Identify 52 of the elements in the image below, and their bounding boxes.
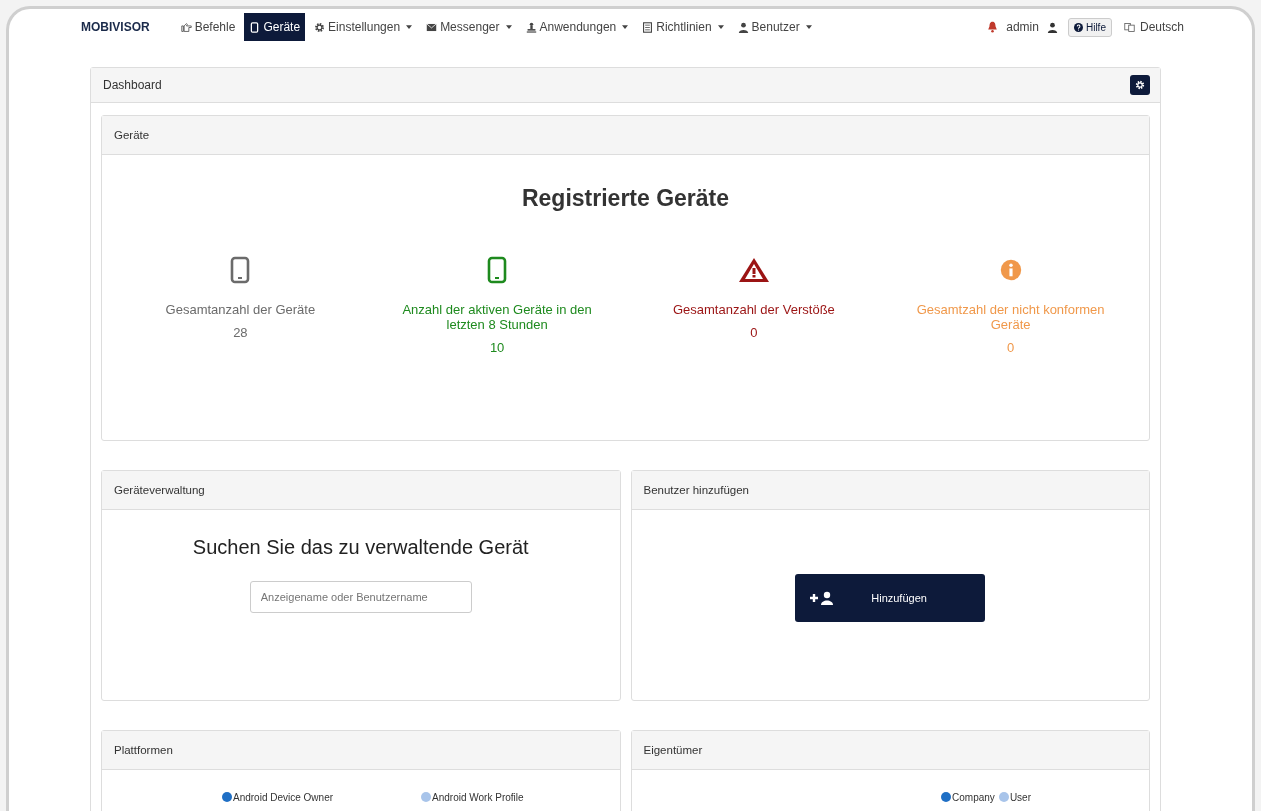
nav-item[interactable]: Befehle (175, 13, 241, 41)
user-icon (737, 21, 749, 33)
caret-icon (717, 25, 724, 29)
stat-label: Gesamtanzahl der Verstöße (672, 302, 835, 317)
panel-title: Geräteverwaltung (114, 484, 205, 496)
nav-item[interactable]: Messenger (421, 13, 517, 41)
settings-button[interactable] (1130, 75, 1150, 95)
brand-logo[interactable]: MOBIVISOR (81, 20, 150, 34)
stat-label: Gesamtanzahl der Geräte (165, 302, 316, 317)
section-heading: Registrierte Geräte (521, 185, 730, 212)
legend-label: Android Device Owner (233, 792, 334, 803)
question-icon (1073, 22, 1083, 32)
envelope-icon (426, 21, 438, 33)
user-menu[interactable]: admin (1006, 20, 1039, 34)
search-field[interactable]: Anzeigename oder Benutzername (249, 581, 472, 613)
stat-value: 10 (489, 340, 505, 355)
add-button[interactable]: Hinzufügen (795, 574, 986, 622)
nav-item[interactable]: Richtlinien (637, 13, 729, 41)
panel-title: Plattformen (114, 744, 173, 756)
caret-icon (505, 25, 512, 29)
stat-value: 0 (1007, 340, 1015, 355)
language-menu[interactable]: Deutsch (1123, 20, 1184, 34)
legend-label: Company (952, 792, 995, 803)
help-button[interactable]: Hilfe (1067, 17, 1112, 37)
panel-title: Benutzer hinzufügen (643, 484, 749, 496)
stat-value: 28 (233, 325, 248, 340)
legend-label: User (1009, 792, 1031, 803)
nav-item[interactable]: Anwendungen (520, 13, 634, 41)
add-user-icon (809, 591, 836, 605)
document-icon (642, 21, 654, 33)
caret-icon (406, 25, 413, 29)
translate-icon (1123, 21, 1135, 33)
panel-title: Dashboard (103, 78, 162, 92)
legend-label: Android Work Profile (432, 792, 524, 803)
nav-item[interactable]: Geräte (244, 13, 306, 41)
user-icon (1046, 21, 1058, 33)
stamp-icon (525, 21, 537, 33)
caret-icon (622, 25, 629, 29)
bell-icon[interactable] (987, 21, 999, 33)
section-heading: Suchen Sie das zu verwaltende Gerät (192, 536, 529, 559)
nav-item[interactable]: Benutzer (732, 13, 817, 41)
stat-label: Anzahl der aktiven Geräte in den letzten 8 Stunden (401, 302, 593, 332)
stat-value: 0 (750, 325, 758, 340)
gear-icon (1135, 80, 1145, 90)
stat-label: Gesamtzahl der nicht konformen Geräte (915, 302, 1106, 332)
gear-icon (314, 21, 326, 33)
nav-item[interactable]: Einstellungen (309, 13, 418, 41)
panel-title: Geräte (114, 129, 150, 141)
phone-icon (249, 21, 261, 33)
pointing-hand-icon (180, 21, 192, 33)
panel-title: Eigentümer (643, 744, 703, 756)
caret-icon (805, 25, 812, 29)
